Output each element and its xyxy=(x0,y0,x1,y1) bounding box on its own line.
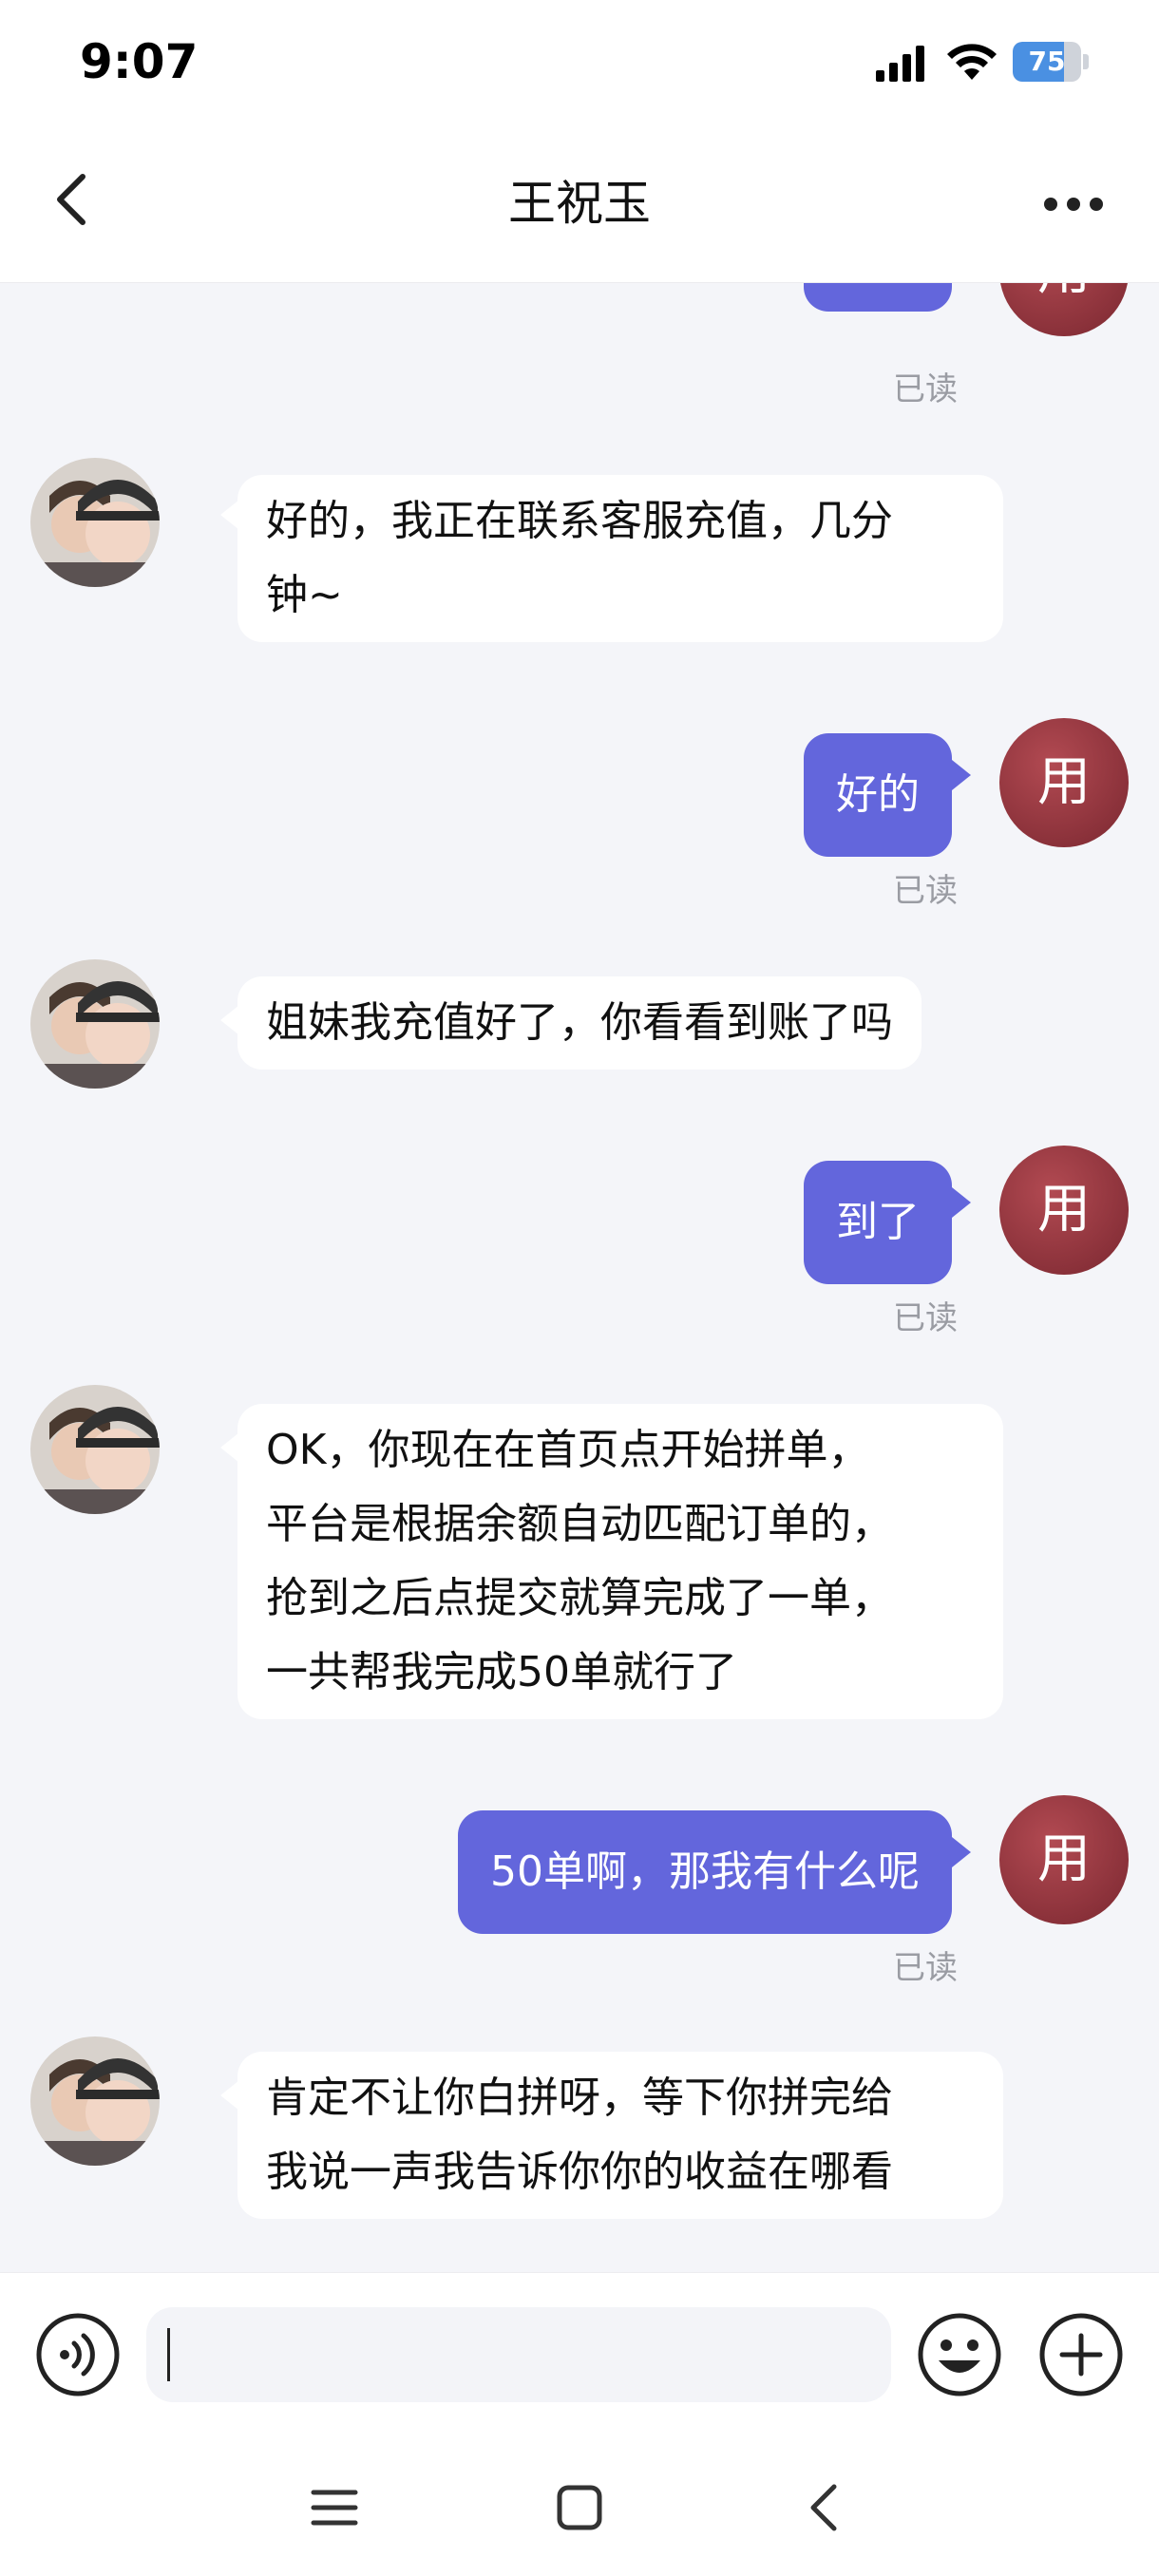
signal-icon xyxy=(876,46,924,82)
message-input[interactable] xyxy=(146,2307,891,2402)
more-horizontal-icon xyxy=(1044,198,1103,211)
battery-indicator: 75 xyxy=(1013,42,1089,82)
emoji-icon[interactable] xyxy=(916,2311,1003,2398)
read-status: 已读 xyxy=(893,872,958,910)
message-bubble-outgoing[interactable]: 好的 xyxy=(804,733,952,857)
contact-avatar-photo xyxy=(30,458,160,587)
home-square-icon[interactable] xyxy=(551,2479,608,2536)
contact-avatar-photo xyxy=(30,2036,160,2166)
back-icon[interactable] xyxy=(796,2479,853,2536)
status-time: 9:07 xyxy=(80,34,199,89)
message-bubble-incoming[interactable]: 姐妹我充值好了，你看看到账了吗 xyxy=(238,976,922,1070)
wifi-icon xyxy=(947,44,997,80)
contact-avatar[interactable] xyxy=(30,2036,160,2166)
contact-avatar-photo xyxy=(30,959,160,1089)
voice-icon[interactable] xyxy=(34,2311,122,2398)
read-status: 已读 xyxy=(893,370,958,408)
user-avatar[interactable]: 用 xyxy=(999,718,1129,847)
message-bubble-outgoing[interactable]: 好了 xyxy=(804,283,952,312)
status-bar: 9:07 75 xyxy=(0,0,1159,123)
menu-icon[interactable] xyxy=(306,2479,363,2536)
message-bubble-incoming[interactable]: 好的，我正在联系客服充值，几分 钟~ xyxy=(238,475,1003,642)
message-bubble-outgoing[interactable]: 到了 xyxy=(804,1161,952,1284)
contact-avatar[interactable] xyxy=(30,458,160,587)
contact-avatar-photo xyxy=(30,1385,160,1514)
system-nav-bar xyxy=(0,2434,1159,2576)
text-cursor xyxy=(167,2328,170,2381)
user-avatar[interactable]: 用 xyxy=(999,1795,1129,1924)
chat-title: 王祝玉 xyxy=(508,176,651,231)
plus-circle-icon[interactable] xyxy=(1037,2311,1125,2398)
chat-header: 王祝玉 xyxy=(0,123,1159,283)
more-options-button[interactable] xyxy=(1036,171,1112,237)
chevron-left-icon xyxy=(57,174,86,225)
input-bar xyxy=(0,2272,1159,2434)
user-avatar[interactable]: 用 xyxy=(999,283,1129,336)
contact-avatar[interactable] xyxy=(30,959,160,1089)
message-list[interactable]: 用 好了 已读 好的，我正在联系客服充值，几分 钟~ 用 好的 已读 xyxy=(0,283,1159,2270)
read-status: 已读 xyxy=(893,1949,958,1987)
contact-avatar[interactable] xyxy=(30,1385,160,1514)
message-bubble-incoming[interactable]: OK，你现在在首页点开始拼单， 平台是根据余额自动匹配订单的， 抢到之后点提交就… xyxy=(238,1404,1003,1719)
read-status: 已读 xyxy=(893,1299,958,1337)
battery-level: 75 xyxy=(1028,46,1066,77)
message-bubble-outgoing[interactable]: 50单啊，那我有什么呢 xyxy=(458,1810,952,1934)
user-avatar[interactable]: 用 xyxy=(999,1146,1129,1275)
message-bubble-incoming[interactable]: 肯定不让你白拼呀，等下你拼完给 我说一声我告诉你你的收益在哪看 xyxy=(238,2052,1003,2219)
back-button[interactable] xyxy=(38,161,104,237)
chat-screen: 9:07 75 王祝玉 已读 好的，我正在联系客服充值，几分 钟~ 用 好的 已… xyxy=(0,0,1159,2576)
